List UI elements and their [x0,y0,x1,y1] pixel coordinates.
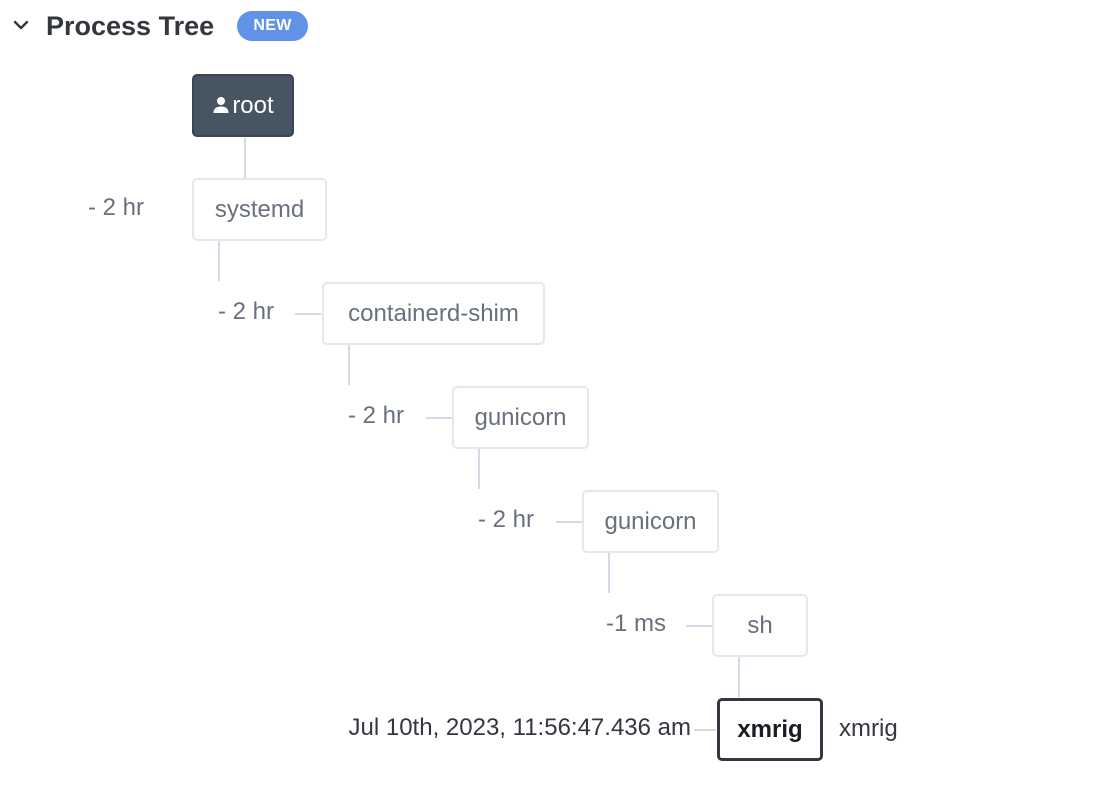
process-node-sh[interactable]: sh [712,594,808,657]
process-timestamp: Jul 10th, 2023, 11:56:47.436 am [348,714,691,741]
connector-line [244,138,246,178]
connector-line [694,729,716,731]
process-node-label: root [232,92,274,119]
process-node-label: gunicorn [474,404,567,431]
process-node-gunicorn[interactable]: gunicorn [582,490,719,553]
connector-line [608,553,610,593]
process-node-systemd[interactable]: systemd [192,178,327,241]
process-node-gunicorn[interactable]: gunicorn [452,386,589,449]
user-icon [212,77,230,113]
connector-line [478,449,480,489]
connector-line [686,625,712,627]
process-tree: root - 2 hr systemd - 2 hr containerd-sh… [0,0,1120,792]
process-node-label: systemd [214,196,305,223]
connector-line [738,657,740,697]
process-node-label: sh [747,612,773,639]
process-start-time: - 2 hr [477,506,534,533]
connector-line [348,345,350,385]
process-node-xmrig-selected[interactable]: xmrig [717,698,823,761]
process-node-label: xmrig [737,716,803,743]
process-node-label: gunicorn [604,508,697,535]
process-detail-label: xmrig [839,715,898,742]
process-node-containerd-shim[interactable]: containerd-shim [322,282,545,345]
process-start-time: - 2 hr [87,194,144,221]
process-start-time: - 2 hr [217,298,274,325]
process-node-label: containerd-shim [348,300,519,327]
connector-line [295,313,321,315]
process-start-time: -1 ms [606,610,666,637]
process-start-time: - 2 hr [347,402,404,429]
connector-line [218,241,220,281]
process-node-root[interactable]: root [192,74,294,137]
connector-line [556,521,582,523]
connector-line [426,417,452,419]
